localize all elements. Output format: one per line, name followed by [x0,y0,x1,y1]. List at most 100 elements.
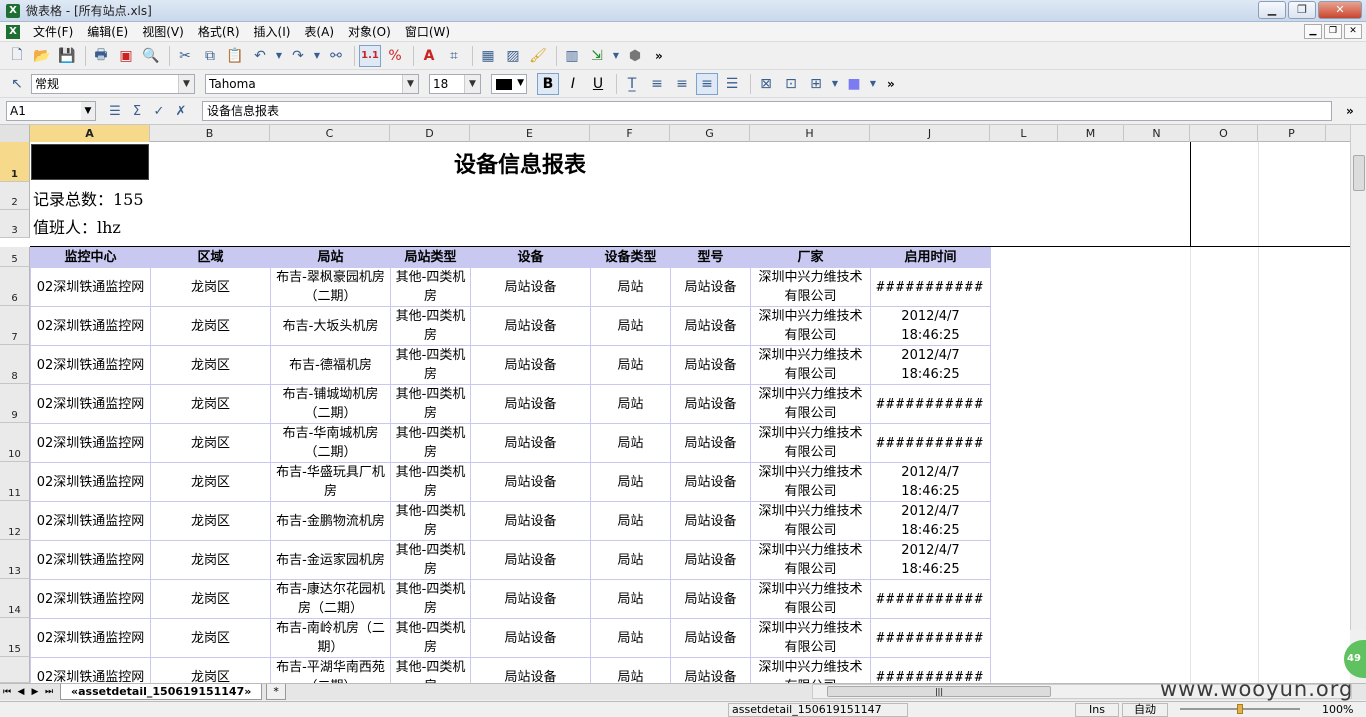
table-cell[interactable]: 局站设备 [470,540,591,580]
table-cell[interactable]: 龙岗区 [150,501,271,541]
last-sheet-icon[interactable]: ⏭ [43,687,55,697]
text-direction-icon[interactable]: T̲ [621,73,643,95]
font-size-select[interactable]: 18 ▼ [429,73,481,94]
menu-window[interactable]: 窗口(W) [398,22,457,42]
table-cell[interactable]: 其他-四类机房 [390,267,471,307]
row-header-14[interactable]: 14 [0,579,30,618]
open-folder-icon[interactable]: 📂 [31,45,53,67]
cell-area[interactable]: 设备信息报表 记录总数：155 值班人：lhz 监控中心 区域 局站 局站类型 设备 设备… [30,142,1350,683]
column-header-h[interactable]: H [750,125,870,142]
table-cell[interactable]: ########### [870,384,991,424]
undo-icon[interactable]: ↶ [249,45,271,67]
doc-close-button[interactable]: ✕ [1344,24,1362,39]
font-select[interactable]: Tahoma ▼ [205,73,419,94]
table-cell[interactable]: 深圳中兴力维技术有限公司 [750,540,871,580]
row-header-9[interactable]: 9 [0,384,30,423]
row-header-7[interactable]: 7 [0,306,30,345]
table-cell[interactable]: 局站设备 [470,306,591,346]
row-header-3[interactable]: 3 [0,210,30,238]
print-preview-icon[interactable]: 🔍 [140,45,162,67]
row-header-15[interactable]: 15 [0,618,30,657]
table-cell[interactable]: 局站 [590,657,671,683]
column-header-j[interactable]: J [870,125,990,142]
table-cell[interactable]: 02深圳铁通监控网 [30,657,151,683]
menu-insert[interactable]: 插入(I) [247,22,298,42]
table-cell[interactable]: 局站设备 [670,618,751,658]
row-header-2[interactable]: 2 [0,182,30,210]
redo-icon[interactable]: ↷ [287,45,309,67]
row-header-1[interactable]: 1 [0,142,30,182]
table-cell[interactable]: 布吉-德福机房 [270,345,391,385]
table-cell[interactable]: 局站设备 [670,657,751,683]
style-select[interactable]: 常规 ▼ [31,73,195,94]
print-icon[interactable]: 🖶 [90,45,112,67]
table-cell[interactable]: 局站设备 [470,501,591,541]
table-cell[interactable]: 布吉-华盛玩具厂机房 [270,462,391,502]
formula-input[interactable]: 设备信息报表 [202,101,1332,121]
function-list-icon[interactable]: ☰ [104,104,126,119]
column-header-f[interactable]: F [590,125,670,142]
table-cell[interactable]: 02深圳铁通监控网 [30,345,151,385]
fill-dropdown-icon[interactable]: ▼ [868,73,878,95]
undo-dropdown-icon[interactable]: ▼ [274,45,284,67]
table-cell[interactable]: 布吉-康达尔花园机房（二期） [270,579,391,619]
find-icon[interactable]: ⚯ [325,45,347,67]
table-cell[interactable]: 02深圳铁通监控网 [30,618,151,658]
document-icon[interactable]: X [6,24,20,39]
cut-icon[interactable]: ✂ [174,45,196,67]
table-cell[interactable]: 深圳中兴力维技术有限公司 [750,267,871,307]
table-header-cell[interactable]: 启用时间 [870,247,991,268]
table-cell[interactable]: 局站 [590,618,671,658]
table-cell[interactable]: 龙岗区 [150,579,271,619]
next-sheet-icon[interactable]: ▶ [29,687,41,697]
table-cell[interactable]: 2012/4/7 18:46:25 [870,501,991,541]
table-cell[interactable]: 深圳中兴力维技术有限公司 [750,657,871,683]
table-cell[interactable]: 局站设备 [470,384,591,424]
table-cell[interactable]: 局站设备 [670,267,751,307]
redo-dropdown-icon[interactable]: ▼ [312,45,322,67]
minimize-button[interactable]: ▁ [1258,1,1286,19]
table-header-cell[interactable]: 设备类型 [590,247,671,268]
export-pdf-icon[interactable]: ▣ [115,45,137,67]
first-sheet-icon[interactable]: ⏮ [1,687,13,697]
borders-dropdown-icon[interactable]: ▼ [830,73,840,95]
table-cell[interactable]: 其他-四类机房 [390,657,471,683]
menu-object[interactable]: 对象(O) [341,22,398,42]
cell-reference-box[interactable]: A1 ▼ [6,101,96,121]
align-center-icon[interactable]: ≡ [696,72,718,95]
column-header-m[interactable]: M [1058,125,1124,142]
font-color-select[interactable]: ▼ [491,73,527,94]
table-cell[interactable]: 深圳中兴力维技术有限公司 [750,423,871,463]
number-format-icon[interactable]: 1.1 [359,44,381,67]
table-cell[interactable]: 深圳中兴力维技术有限公司 [750,384,871,424]
table-cell[interactable]: 其他-四类机房 [390,462,471,502]
paste-icon[interactable]: 📋 [224,45,246,67]
cancel-icon[interactable]: ✗ [170,104,192,119]
close-button[interactable]: ✕ [1318,1,1362,19]
table-cell[interactable]: 局站设备 [470,267,591,307]
table-cell[interactable]: 龙岗区 [150,462,271,502]
table-cell[interactable]: 其他-四类机房 [390,345,471,385]
menu-table[interactable]: 表(A) [297,22,341,42]
table-cell[interactable]: 布吉-金鹏物流机房 [270,501,391,541]
row-header-8[interactable]: 8 [0,345,30,384]
column-header-p[interactable]: P [1258,125,1326,142]
table-cell[interactable]: 深圳中兴力维技术有限公司 [750,345,871,385]
column-header-n[interactable]: N [1124,125,1190,142]
toolbar-overflow-icon[interactable]: » [1346,104,1354,118]
table-header-cell[interactable]: 局站类型 [390,247,471,268]
table-cell[interactable]: 局站 [590,579,671,619]
table-cell[interactable]: 其他-四类机房 [390,579,471,619]
new-file-icon[interactable]: 🗋 [6,45,28,67]
table-cell[interactable]: 局站 [590,345,671,385]
table-cell[interactable]: 02深圳铁通监控网 [30,423,151,463]
menu-edit[interactable]: 编辑(E) [80,22,135,42]
table-cell[interactable]: 龙岗区 [150,267,271,307]
add-sheet-tab[interactable]: * [266,684,286,700]
column-header-d[interactable]: D [390,125,470,142]
format-painter-icon[interactable]: 🖌 [527,45,549,67]
doc-restore-button[interactable]: ❐ [1324,24,1342,39]
menu-view[interactable]: 视图(V) [135,22,191,42]
table-cell[interactable]: 其他-四类机房 [390,540,471,580]
table-cell[interactable]: 局站设备 [470,423,591,463]
